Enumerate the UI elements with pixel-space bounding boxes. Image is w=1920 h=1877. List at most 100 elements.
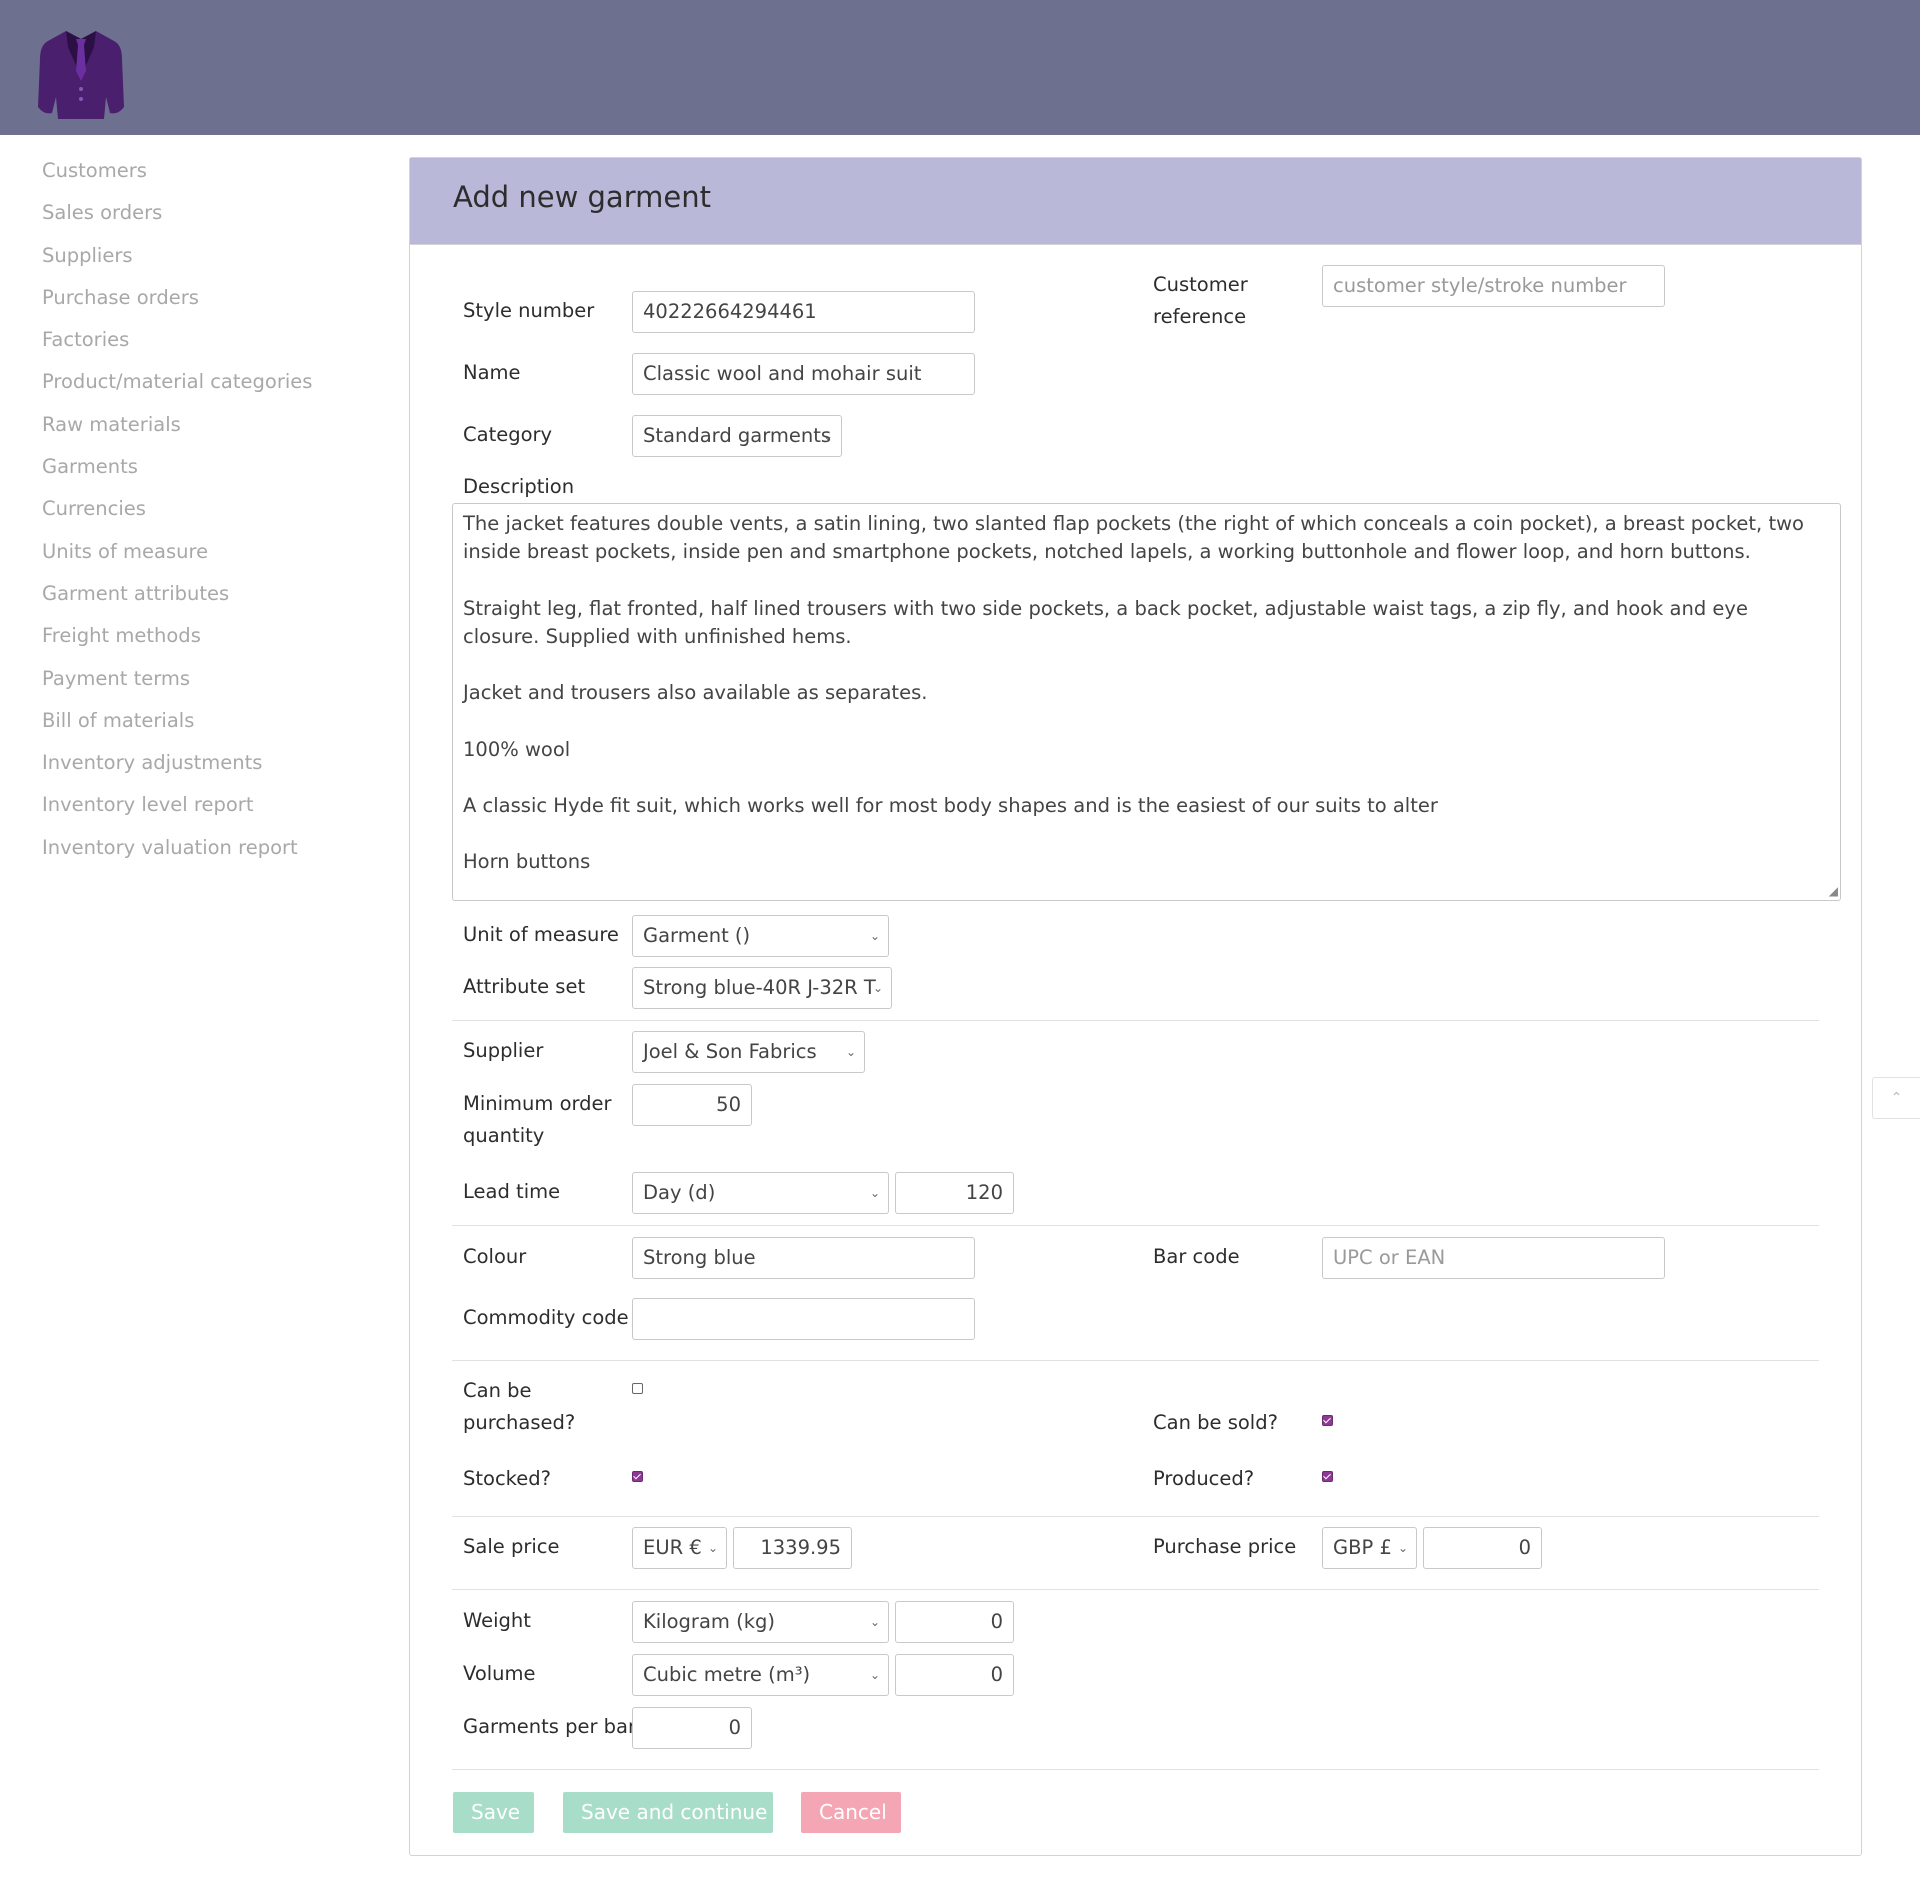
sidebar-item-inventory-adjustments[interactable]: Inventory adjustments	[42, 742, 312, 784]
sidebar-item-garments[interactable]: Garments	[42, 446, 312, 488]
customer-reference-label-line2: reference	[1153, 305, 1247, 328]
colour-input[interactable]: Strong blue	[632, 1237, 975, 1279]
chevron-down-icon: ⌄	[872, 981, 883, 995]
divider	[452, 1589, 1819, 1590]
suit-jacket-icon[interactable]	[38, 27, 124, 121]
customer-reference-placeholder: customer style/stroke number	[1333, 274, 1627, 297]
attribute-set-select[interactable]: Strong blue-40R J-32R T ⌄	[632, 967, 892, 1009]
lead-time-unit-select[interactable]: Day (d) ⌄	[632, 1172, 889, 1214]
lead-time-input[interactable]: 120	[895, 1172, 1014, 1214]
sidebar-nav: Customers Sales orders Suppliers Purchas…	[42, 150, 312, 869]
purchase-price-currency-selected: GBP £	[1333, 1536, 1392, 1559]
divider	[452, 1225, 1819, 1226]
supplier-label: Supplier	[463, 1039, 544, 1062]
garment-form-panel: Add new garment	[409, 157, 1862, 1856]
volume-unit-select[interactable]: Cubic metre (m³) ⌄	[632, 1654, 889, 1696]
purchase-price-input[interactable]: 0	[1423, 1527, 1542, 1569]
sidebar-item-freight-methods[interactable]: Freight methods	[42, 615, 312, 657]
description-paragraph: Horn buttons	[463, 850, 591, 874]
sale-price-label: Sale price	[463, 1535, 560, 1558]
can-be-purchased-label-line1: Can be	[463, 1379, 532, 1402]
category-selected: Standard garments	[643, 424, 832, 447]
divider	[452, 1020, 1819, 1021]
can-be-sold-checkbox[interactable]	[1322, 1415, 1333, 1426]
can-be-purchased-checkbox[interactable]	[632, 1383, 643, 1394]
description-paragraph: Straight leg, flat fronted, half lined t…	[463, 596, 1748, 648]
sidebar-item-units-of-measure[interactable]: Units of measure	[42, 531, 312, 573]
sidebar-item-customers[interactable]: Customers	[42, 150, 312, 192]
bar-code-input[interactable]: UPC or EAN	[1322, 1237, 1665, 1279]
save-button[interactable]: Save	[453, 1792, 534, 1833]
page-title: Add new garment	[453, 180, 711, 214]
bar-code-label: Bar code	[1153, 1245, 1240, 1268]
sidebar-item-suppliers[interactable]: Suppliers	[42, 235, 312, 277]
resize-handle-icon[interactable]: ◢	[1824, 884, 1838, 898]
sidebar-item-inventory-level-report[interactable]: Inventory level report	[42, 784, 312, 826]
commodity-code-input[interactable]	[632, 1298, 975, 1340]
sidebar-item-sales-orders[interactable]: Sales orders	[42, 192, 312, 234]
unit-of-measure-select[interactable]: Garment () ⌄	[632, 915, 889, 957]
minimum-order-quantity-label-line1: Minimum order	[463, 1092, 612, 1115]
bar-code-placeholder: UPC or EAN	[1333, 1246, 1446, 1269]
style-number-input[interactable]: 40222664294461	[632, 291, 975, 333]
scroll-to-top-button[interactable]: ⌃	[1872, 1077, 1920, 1119]
chevron-down-icon: ⌄	[1397, 1541, 1408, 1555]
divider	[452, 1516, 1819, 1517]
weight-unit-selected: Kilogram (kg)	[643, 1610, 775, 1633]
sale-price-input[interactable]: 1339.95	[733, 1527, 852, 1569]
save-and-continue-button[interactable]: Save and continue	[563, 1792, 773, 1833]
sidebar-item-garment-attributes[interactable]: Garment attributes	[42, 573, 312, 615]
supplier-select[interactable]: Joel & Son Fabrics ⌄	[632, 1031, 865, 1073]
customer-reference-label-line1: Customer	[1153, 273, 1248, 296]
minimum-order-quantity-label-line2: quantity	[463, 1124, 545, 1147]
sidebar-item-bill-of-materials[interactable]: Bill of materials	[42, 700, 312, 742]
supplier-selected: Joel & Son Fabrics	[643, 1040, 817, 1063]
description-label: Description	[463, 475, 575, 498]
stocked-label: Stocked?	[463, 1467, 551, 1490]
description-paragraph: Jacket and trousers also available as se…	[463, 681, 928, 705]
sidebar-item-currencies[interactable]: Currencies	[42, 488, 312, 530]
divider	[452, 1360, 1819, 1361]
name-input[interactable]: Classic wool and mohair suit	[632, 353, 975, 395]
panel-header: Add new garment	[410, 158, 1861, 245]
style-number-label: Style number	[463, 299, 595, 322]
chevron-down-icon: ⌄	[869, 929, 880, 943]
sale-price-currency-selected: EUR €	[643, 1536, 702, 1559]
garments-per-bar-input[interactable]: 0	[632, 1707, 752, 1749]
category-select[interactable]: Standard garments ⌄	[632, 415, 842, 457]
sidebar-item-raw-materials[interactable]: Raw materials	[42, 404, 312, 446]
unit-of-measure-label: Unit of measure	[463, 923, 619, 946]
sidebar-item-categories[interactable]: Product/material categories	[42, 361, 312, 403]
minimum-order-quantity-input[interactable]: 50	[632, 1084, 752, 1126]
volume-input[interactable]: 0	[895, 1654, 1014, 1696]
sidebar-item-inventory-valuation-report[interactable]: Inventory valuation report	[42, 827, 312, 869]
sidebar-item-purchase-orders[interactable]: Purchase orders	[42, 277, 312, 319]
garments-per-bar-label: Garments per bar	[463, 1715, 637, 1738]
chevron-down-icon: ⌄	[869, 1615, 880, 1629]
sidebar-item-payment-terms[interactable]: Payment terms	[42, 658, 312, 700]
chevron-down-icon: ⌄	[869, 1186, 880, 1200]
cancel-button[interactable]: Cancel	[801, 1792, 901, 1833]
name-label: Name	[463, 361, 521, 384]
attribute-set-selected: Strong blue-40R J-32R T	[643, 976, 876, 999]
weight-input[interactable]: 0	[895, 1601, 1014, 1643]
can-be-sold-label: Can be sold?	[1153, 1411, 1278, 1434]
customer-reference-input[interactable]: customer style/stroke number	[1322, 265, 1665, 307]
chevron-up-icon: ⌃	[1890, 1090, 1903, 1106]
weight-label: Weight	[463, 1609, 531, 1632]
purchase-price-currency-select[interactable]: GBP £ ⌄	[1322, 1527, 1417, 1569]
lead-time-unit-selected: Day (d)	[643, 1181, 716, 1204]
purchase-price-label: Purchase price	[1153, 1535, 1297, 1558]
top-bar	[0, 0, 1920, 135]
description-textarea[interactable]: The jacket features double vents, a sati…	[452, 503, 1841, 901]
volume-unit-selected: Cubic metre (m³)	[643, 1663, 811, 1686]
lead-time-label: Lead time	[463, 1180, 561, 1203]
stocked-checkbox[interactable]	[632, 1471, 643, 1482]
weight-unit-select[interactable]: Kilogram (kg) ⌄	[632, 1601, 889, 1643]
sale-price-currency-select[interactable]: EUR € ⌄	[632, 1527, 727, 1569]
produced-checkbox[interactable]	[1322, 1471, 1333, 1482]
attribute-set-label: Attribute set	[463, 975, 586, 998]
sidebar-item-factories[interactable]: Factories	[42, 319, 312, 361]
unit-of-measure-selected: Garment ()	[643, 924, 751, 947]
can-be-purchased-label-line2: purchased?	[463, 1411, 576, 1434]
